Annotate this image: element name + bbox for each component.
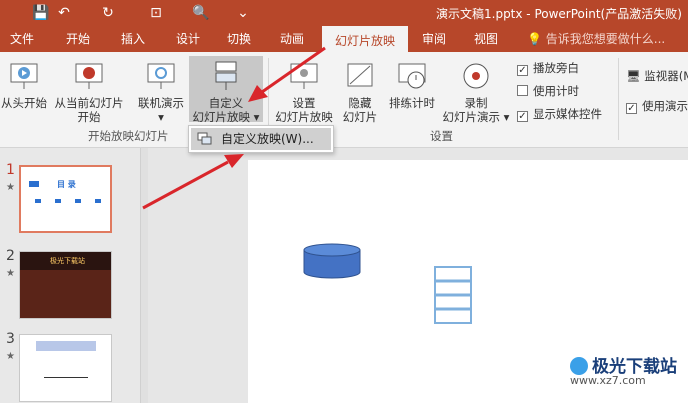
site-watermark: 极光下载站 www.xz7.com <box>570 352 677 387</box>
arrow-head <box>248 85 268 102</box>
annotation-arrows <box>142 46 326 210</box>
watermark-logo-icon <box>570 357 588 375</box>
arrow-to-menu-item <box>142 160 229 210</box>
arrow-to-ribbon-button <box>261 46 326 94</box>
watermark-url: www.xz7.com <box>570 374 646 387</box>
